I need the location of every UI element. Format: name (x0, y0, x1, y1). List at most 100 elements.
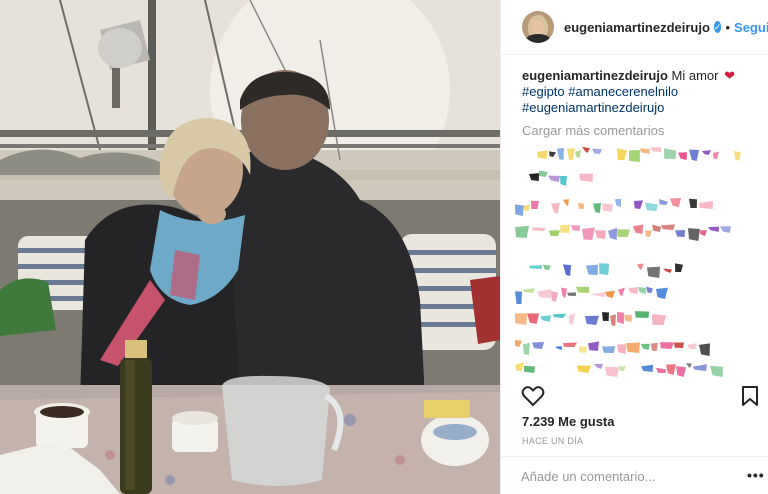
mosaic-tile (629, 150, 640, 162)
mosaic-tile (532, 342, 544, 349)
mosaic-tile (666, 364, 676, 375)
mosaic-tile (610, 314, 616, 326)
photo-scene (0, 0, 500, 494)
mosaic-tile (652, 224, 661, 232)
mosaic-tile (608, 228, 617, 240)
mosaic-tile (624, 314, 632, 322)
mosaic-tile (563, 264, 571, 276)
likes-count[interactable]: 7.239 Me gusta (522, 414, 615, 429)
mosaic-tile (699, 343, 710, 356)
mosaic-tile (529, 265, 542, 269)
mosaic-tile (549, 230, 560, 236)
mosaic-tile (686, 363, 692, 368)
mosaic-tile (678, 152, 687, 160)
mosaic-tile (634, 200, 643, 209)
mosaic-tile (553, 313, 566, 318)
load-more-comments-link[interactable]: Cargar más comentarios (522, 123, 664, 138)
mosaic-tile (605, 290, 615, 298)
mosaic-tile (588, 341, 599, 351)
header-username[interactable]: eugeniamartinezdeirujo (564, 20, 710, 35)
mosaic-tile (689, 198, 697, 208)
mosaic-tile (688, 228, 700, 241)
avatar-body (525, 34, 551, 43)
mosaic-tile (577, 365, 591, 373)
follow-button[interactable]: Seguir (734, 20, 768, 35)
mosaic-tile (524, 365, 535, 373)
mosaic-tile (700, 230, 707, 236)
mosaic-tile (635, 311, 649, 318)
caption-username[interactable]: eugeniamartinezdeirujo (522, 68, 668, 83)
mosaic-tile (556, 346, 562, 350)
mosaic-tile (663, 268, 672, 273)
mosaic-tile (641, 343, 650, 350)
post-photo[interactable] (0, 0, 500, 494)
verified-badge-icon: ✓ (713, 21, 722, 33)
mosaic-tile (560, 224, 570, 233)
comment-input[interactable] (521, 465, 721, 487)
mosaic-tile (650, 147, 661, 152)
mosaic-tile (561, 287, 567, 298)
mosaic-tile (676, 366, 686, 377)
hashtag-line-2[interactable]: #eugeniamartinezdeirujo (522, 100, 758, 116)
mosaic-tile (647, 266, 660, 278)
mosaic-tile (615, 198, 621, 207)
mosaic-tile (628, 287, 638, 294)
like-heart-icon[interactable] (521, 385, 545, 407)
mosaic-tile (675, 263, 683, 272)
mosaic-tile (579, 173, 593, 182)
mosaic-tile (515, 362, 524, 371)
mosaic-tile (532, 227, 546, 231)
mosaic-tile (710, 365, 723, 377)
mosaic-tile (664, 148, 676, 159)
mosaic-tile (537, 150, 548, 159)
mosaic-tile (659, 199, 668, 205)
mosaic-tile (645, 230, 652, 237)
more-options-icon[interactable]: ••• (747, 467, 765, 483)
mosaic-tile (529, 173, 539, 181)
mosaic-tile (734, 150, 741, 161)
mosaic-tile (527, 313, 539, 324)
mosaic-tile (638, 287, 646, 294)
mosaic-tile (593, 203, 601, 213)
mosaic-tile (602, 346, 615, 353)
mosaic-tile (720, 226, 731, 233)
hashtag-line-1[interactable]: #egipto #amanecerenelnilo (522, 84, 758, 100)
mosaic-tile (551, 203, 560, 214)
mosaic-tile (617, 229, 630, 237)
mosaic-tile (578, 202, 584, 209)
post-header: eugeniamartinezdeirujo ✓ • Seguir (501, 0, 768, 55)
mosaic-tile (515, 204, 524, 216)
mosaic-tile (569, 313, 575, 325)
profile-avatar[interactable] (522, 11, 554, 43)
mosaic-tile (567, 292, 576, 296)
mosaic-tile (557, 147, 564, 160)
mosaic-tile (582, 146, 590, 153)
mosaic-tile (708, 226, 719, 232)
mosaic-tile (548, 175, 560, 182)
mosaic-tile (515, 291, 522, 304)
mosaic-tile (586, 264, 598, 275)
mosaic-tile (585, 315, 599, 325)
post-timestamp: HACE UN DÍA (522, 436, 584, 446)
post-caption: eugeniamartinezdeirujo Mi amor ❤ #egipto… (522, 68, 758, 116)
mosaic-tile (670, 198, 681, 207)
mosaic-tile (699, 201, 713, 209)
mosaic-tile (617, 312, 624, 324)
mosaic-tile (687, 343, 697, 349)
mosaic-tile (591, 292, 605, 297)
mosaic-tile (693, 364, 707, 371)
avatar-face (532, 20, 544, 34)
mosaic-tile (656, 287, 668, 299)
mosaic-tile (524, 204, 530, 211)
mosaic-tile (540, 315, 551, 322)
mosaic-tile (599, 263, 609, 275)
pixelated-comments-mosaic (515, 146, 741, 377)
mosaic-tile (646, 286, 653, 293)
add-comment-bar: ••• (501, 456, 768, 494)
mosaic-tile (689, 149, 699, 161)
mosaic-tile (640, 148, 650, 154)
mosaic-tile (645, 202, 658, 211)
bookmark-icon[interactable] (741, 385, 759, 407)
mosaic-tile (702, 150, 711, 155)
mosaic-tile (675, 230, 685, 237)
